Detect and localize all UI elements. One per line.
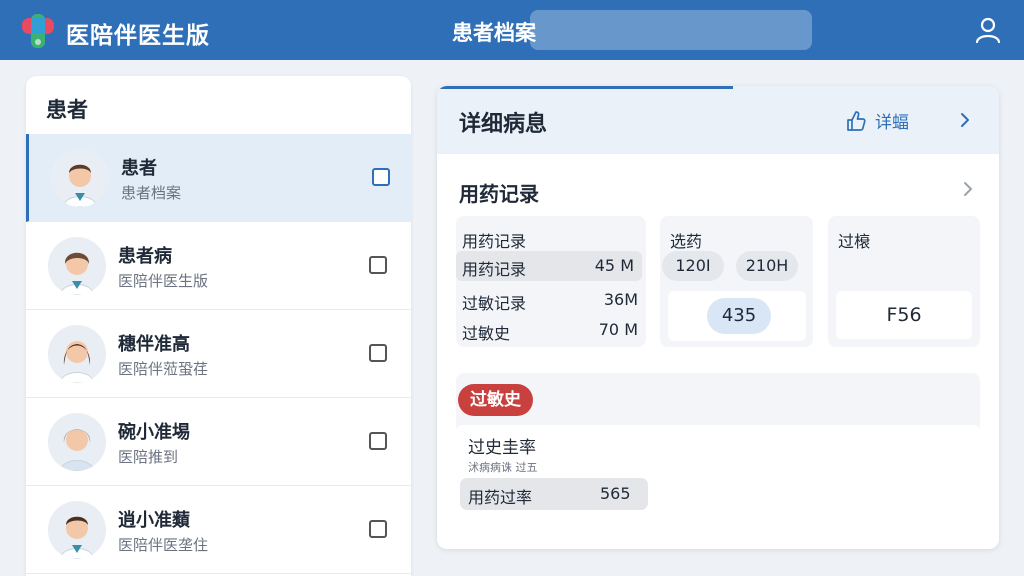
highlight-value: 435 bbox=[707, 298, 771, 334]
patient-list-item[interactable]: 患者病 医陪伴医生版 bbox=[26, 222, 411, 310]
patient-subtitle: 医陪伴医垄住 bbox=[118, 536, 209, 554]
patient-name: 碗小准埸 bbox=[118, 422, 190, 443]
doctor-avatar bbox=[48, 325, 106, 383]
patient-subtitle: 医陪伴蒞蛩荏 bbox=[118, 360, 209, 378]
allergy-badge: 过敏史 bbox=[458, 384, 533, 416]
patient-list-item[interactable]: 患者 患者档案 bbox=[26, 134, 411, 222]
user-profile-icon[interactable] bbox=[972, 14, 1004, 46]
doctor-avatar bbox=[51, 149, 109, 207]
drug-selection-card[interactable]: 选药 120I 210H 435 bbox=[660, 216, 813, 347]
app-title: 医陪伴医生版 bbox=[66, 23, 210, 49]
record-row-value: 70 M bbox=[598, 320, 638, 339]
allergy-rate-row: 用药过率 565 bbox=[460, 478, 648, 510]
record-row: 过敏史 70 M bbox=[456, 315, 646, 345]
record-row-label: 过敏记录 bbox=[462, 294, 527, 313]
allergy-summary-card[interactable]: 过榱 F56 bbox=[828, 216, 980, 347]
doctor-avatar bbox=[48, 237, 106, 295]
allergy-history-card[interactable]: 过敏史 过史圭率 沭病病诛 过五 用药过率 565 bbox=[456, 373, 980, 527]
main-value: F56 bbox=[836, 291, 972, 339]
patient-list-item[interactable]: 穗伴准高 医陪伴蒞蛩荏 bbox=[26, 310, 411, 398]
record-row-value: 45 M bbox=[594, 256, 634, 275]
patient-subtitle: 医陪推到 bbox=[118, 448, 179, 466]
medical-cross-logo-icon bbox=[22, 14, 54, 48]
patient-checkbox[interactable] bbox=[369, 256, 387, 274]
chevron-right-icon[interactable] bbox=[955, 110, 975, 130]
record-row-label: 过敏史 bbox=[462, 324, 511, 343]
doctor-avatar bbox=[48, 501, 106, 559]
record-row-label: 用药记录 bbox=[462, 260, 527, 279]
value-pill: 120I bbox=[662, 251, 724, 281]
detail-title: 详细病息 bbox=[459, 112, 548, 137]
medication-section-title: 用药记录 bbox=[459, 182, 539, 206]
record-row: 过敏记录 36M bbox=[456, 285, 646, 315]
patient-list-heading: 患者 bbox=[46, 98, 88, 122]
patient-name: 患者病 bbox=[118, 246, 172, 267]
detail-panel: 详细病息 详蝠 用药记录 用药记录 用药记录 45 M 过敏记录 36M 过敏史… bbox=[437, 86, 999, 549]
card-label: 过榱 bbox=[838, 232, 871, 251]
doctor-avatar bbox=[48, 413, 106, 471]
card-label: 用药记录 bbox=[462, 232, 527, 251]
patient-checkbox[interactable] bbox=[369, 520, 387, 538]
chevron-right-icon[interactable] bbox=[959, 180, 977, 198]
allergy-rate-value: 565 bbox=[600, 484, 631, 503]
app-header: 医陪伴医生版 患者档案 bbox=[0, 0, 1024, 60]
detail-button-label: 详蝠 bbox=[875, 113, 909, 133]
thumbs-up-icon bbox=[847, 110, 866, 131]
value-pill: 210H bbox=[736, 251, 798, 281]
patient-list-item[interactable]: 碗小准埸 医陪推到 bbox=[26, 398, 411, 486]
patient-subtitle: 医陪伴医生版 bbox=[118, 272, 209, 290]
record-row-value: 36M bbox=[603, 290, 638, 309]
patient-list-panel: 患者 患者 患者档案 患者病 医陪伴医生版 穗伴准高 医陪伴蒞蛩荏 碗小准埸 医… bbox=[26, 76, 411, 576]
record-row: 用药记录 45 M bbox=[456, 251, 642, 281]
patient-checkbox[interactable] bbox=[369, 432, 387, 450]
patient-checkbox[interactable] bbox=[369, 344, 387, 362]
header-progress-line bbox=[437, 86, 733, 89]
patient-list-item[interactable]: 逍小准蘱 医陪伴医垄住 bbox=[26, 486, 411, 574]
patient-name: 患者 bbox=[121, 158, 157, 179]
page-title: 患者档案 bbox=[452, 21, 536, 45]
patient-checkbox[interactable] bbox=[372, 168, 390, 186]
card-label: 选药 bbox=[670, 232, 703, 251]
patient-name: 逍小准蘱 bbox=[118, 510, 190, 531]
patient-subtitle: 患者档案 bbox=[121, 184, 182, 202]
medication-record-card[interactable]: 用药记录 用药记录 45 M 过敏记录 36M 过敏史 70 M bbox=[456, 216, 646, 347]
allergy-rate-label: 用药过率 bbox=[468, 488, 533, 507]
allergy-title: 过史圭率 bbox=[468, 438, 536, 458]
detail-button[interactable]: 详蝠 bbox=[845, 108, 909, 133]
detail-header: 详细病息 详蝠 bbox=[437, 86, 999, 154]
search-input[interactable] bbox=[530, 10, 812, 50]
patient-name: 穗伴准高 bbox=[118, 334, 190, 355]
allergy-subtitle: 沭病病诛 过五 bbox=[468, 461, 538, 474]
